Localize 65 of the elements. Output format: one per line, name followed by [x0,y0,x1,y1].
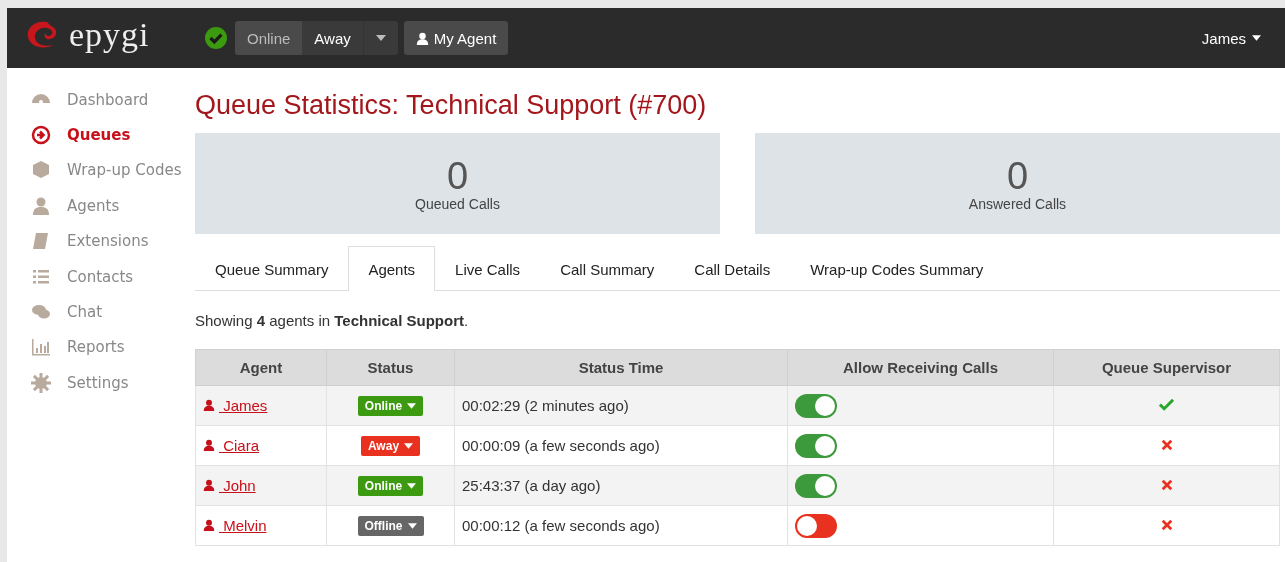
presence-option[interactable]: Online [235,21,303,55]
cross-icon [1160,519,1173,531]
caret-icon [407,482,417,489]
status-dropdown[interactable]: Away [360,435,421,456]
sidebar-item[interactable]: Chat [7,294,195,330]
user-menu[interactable]: James [1195,28,1267,48]
person-icon [203,439,215,452]
tab[interactable]: Agents [348,246,436,291]
person-icon [203,399,215,412]
logo: epygi [25,16,150,54]
sidebar-item[interactable]: Queues [7,117,195,153]
arrow-circle-icon [31,125,51,146]
sidebar-item[interactable]: Extensions [7,223,195,259]
stat-label: Queued Calls [415,195,500,212]
sidebar-item[interactable]: Dashboard [7,82,195,118]
toggle-switch[interactable] [795,473,837,498]
bar-chart-icon [31,337,51,358]
status-dropdown[interactable]: Online [357,475,424,496]
page-title: Queue Statistics: Technical Support (#700) [195,90,708,122]
caret-icon [404,442,414,449]
my-agent-button[interactable]: My Agent [403,21,509,55]
tab[interactable]: Live Calls [435,246,541,291]
status-dropdown[interactable]: Offline [357,515,424,536]
check-circle-icon [205,27,227,49]
caret-icon [375,35,386,41]
tab[interactable]: Call Details [674,246,791,291]
toggle-switch[interactable] [795,513,837,538]
summary-text: Showing 4 agents in Technical Support. [195,312,470,330]
table-cell: 25:43:37 (a day ago) [454,465,788,506]
column-header: Status [326,349,455,386]
column-header: Status Time [454,349,788,386]
sidebar-item[interactable]: Contacts [7,258,195,295]
caret-icon [407,402,417,409]
table-cell: 00:00:12 (a few seconds ago) [454,505,788,546]
person-icon [203,479,215,492]
agent-link[interactable]: John [203,476,256,494]
stat-value: 0 [1006,155,1029,196]
tab[interactable]: Queue Summary [195,246,349,291]
person-icon [203,519,215,532]
status-dropdown[interactable]: Online [357,395,424,416]
cross-icon [1160,439,1173,451]
stat-value: 0 [446,155,469,196]
tab[interactable]: Call Summary [540,246,675,291]
cross-icon [1160,479,1173,491]
check-icon [1159,396,1174,412]
stat-label: Answered Calls [968,195,1067,212]
caret-icon [1252,35,1261,41]
caret-icon [407,522,417,529]
person-icon [415,31,429,45]
sidebar-item[interactable]: Wrap-up Codes [7,152,195,189]
table-cell: 00:02:29 (2 minutes ago) [454,385,788,426]
presence-option[interactable]: Away [302,21,363,55]
agent-link[interactable]: Ciara [203,436,259,454]
column-header: Allow Receiving Calls [787,349,1054,386]
tab[interactable]: Wrap-up Codes Summary [790,246,1004,291]
sidebar-item[interactable]: Agents [7,188,195,224]
dropdown-button[interactable] [362,21,398,55]
toggle-switch[interactable] [795,433,837,458]
sidebar-item[interactable]: Reports [7,329,195,366]
table-cell: 00:00:09 (a few seconds ago) [454,425,788,466]
person-icon [31,195,51,216]
sidebar-item[interactable]: Settings [7,365,195,401]
column-header: Agent [195,349,327,386]
toggle-switch[interactable] [795,393,837,418]
column-header: Queue Supervisor [1053,349,1280,386]
